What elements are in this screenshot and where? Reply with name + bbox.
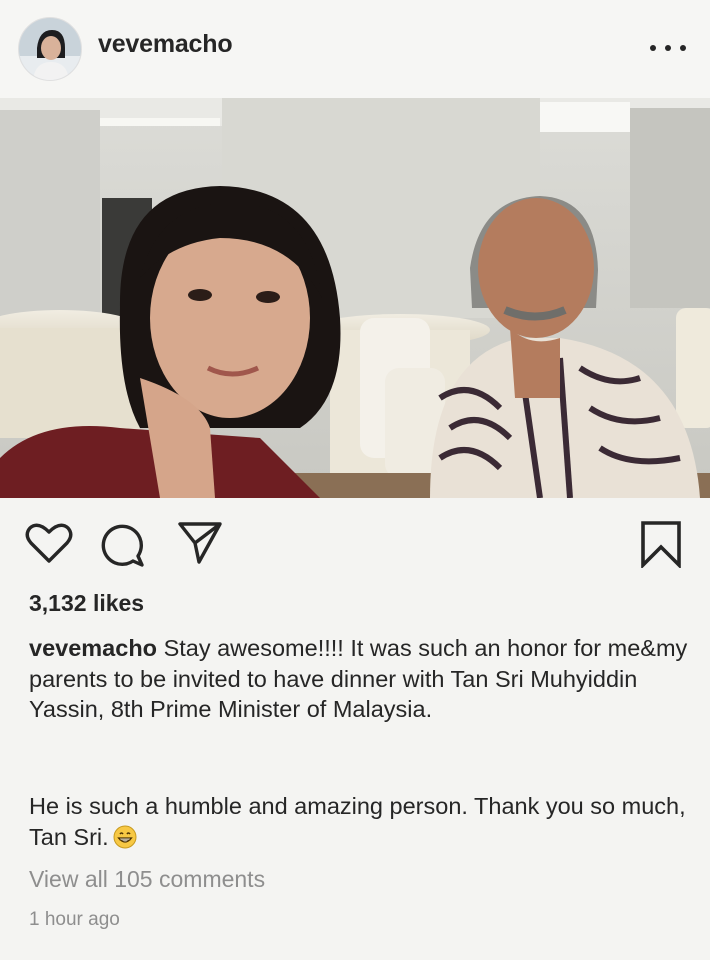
post-username[interactable]: vevemacho: [98, 30, 233, 59]
avatar[interactable]: [18, 17, 82, 81]
post-photo[interactable]: [0, 98, 710, 498]
dot-icon: [665, 45, 671, 51]
grinning-face-emoji-icon: [113, 825, 137, 848]
dot-icon: [650, 45, 656, 51]
send-icon[interactable]: [177, 521, 223, 565]
caption-paragraph-2: He is such a humble and amazing person. …: [29, 791, 689, 852]
caption: vevemacho Stay awesome!!!! It was such a…: [29, 633, 689, 725]
post-header: vevemacho: [0, 0, 710, 98]
post-timestamp: 1 hour ago: [29, 909, 120, 930]
post-action-bar: [0, 498, 710, 590]
avatar-image: [19, 18, 81, 80]
view-all-comments-link[interactable]: View all 105 comments: [29, 866, 265, 893]
post-photo-image: [0, 98, 710, 498]
comment-icon[interactable]: [99, 522, 145, 568]
like-count[interactable]: 3,132 likes: [29, 590, 144, 617]
more-options-icon[interactable]: [650, 36, 686, 60]
caption-username[interactable]: vevemacho: [29, 635, 157, 661]
dot-icon: [680, 45, 686, 51]
heart-icon[interactable]: [25, 522, 73, 564]
bookmark-icon[interactable]: [640, 520, 682, 568]
